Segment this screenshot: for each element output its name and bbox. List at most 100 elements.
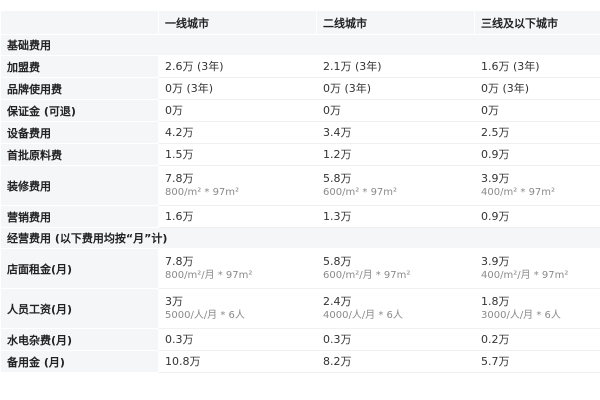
cell-tier2: 0.3万 — [316, 328, 475, 351]
cell-tier3: 0.9万 — [474, 205, 600, 228]
cell-formula: 400/m²/月 * 97m² — [481, 270, 569, 281]
cell-tier3: 5.7万 — [474, 350, 600, 373]
cell-amount: 7.8万 — [165, 172, 194, 185]
cell-tier3: 0万 (3年) — [474, 77, 600, 100]
cell-amount: 3.4万 — [323, 126, 352, 139]
cell-tier1: 7.8万 800/m² * 97m² — [158, 165, 317, 206]
cell-formula: 4000/人/月 * 6人 — [323, 310, 403, 321]
row-label: 人员工资(月) — [0, 288, 159, 329]
row-label: 品牌使用费 — [0, 77, 159, 100]
cell-tier2: 5.8万 600/m² * 97m² — [316, 165, 475, 206]
cell-tier1: 2.6万 (3年) — [158, 55, 317, 78]
cell-formula: 5000/人/月 * 6人 — [165, 310, 245, 321]
section-row: 基础费用 — [0, 34, 600, 56]
cell-amount: 1.6万 — [165, 210, 194, 223]
row-label: 保证金 (可退) — [0, 99, 159, 122]
row-label: 设备费用 — [0, 121, 159, 144]
header-tier1-city: 一线城市 — [158, 10, 317, 35]
row-label: 水电杂费(月) — [0, 328, 159, 351]
cell-amount: 3.9万 — [481, 255, 510, 268]
cell-amount: 1.5万 — [165, 148, 194, 161]
table-header: 一线城市 二线城市 三线及以下城市 — [0, 10, 600, 35]
cell-tier2: 2.1万 (3年) — [316, 55, 475, 78]
section-title: 基础费用 — [0, 34, 600, 56]
section-row: 经营费用 (以下费用均按“月”计) — [0, 227, 600, 249]
cell-amount: 0万 (3年) — [323, 82, 372, 95]
cell-formula: 400/m² * 97m² — [481, 187, 556, 198]
cell-amount: 1.6万 (3年) — [481, 60, 540, 73]
row-label: 营销费用 — [0, 205, 159, 228]
row-label: 店面租金(月) — [0, 248, 159, 289]
cell-amount: 0.3万 — [165, 333, 194, 346]
cell-tier2: 1.3万 — [316, 205, 475, 228]
header-tier3-city: 三线及以下城市 — [474, 10, 600, 35]
header-row: 一线城市 二线城市 三线及以下城市 — [0, 10, 600, 35]
cell-amount: 1.2万 — [323, 148, 352, 161]
cell-amount: 0.9万 — [481, 148, 510, 161]
cell-tier1: 10.8万 — [158, 350, 317, 373]
header-corner — [0, 10, 159, 35]
fee-table-container: 一线城市 二线城市 三线及以下城市 基础费用 加盟费 2.6万 (3年) 2.1万 (… — [0, 0, 600, 400]
cell-tier3: 1.8万 3000/人/月 * 6人 — [474, 288, 600, 329]
cell-amount: 1.3万 — [323, 210, 352, 223]
cell-tier1: 0万 (3年) — [158, 77, 317, 100]
cell-amount: 2.1万 (3年) — [323, 60, 382, 73]
cell-tier3: 1.6万 (3年) — [474, 55, 600, 78]
cell-tier1: 3万 5000/人/月 * 6人 — [158, 288, 317, 329]
cell-tier2: 5.8万 600/m²/月 * 97m² — [316, 248, 475, 289]
cell-tier3: 2.5万 — [474, 121, 600, 144]
table-row: 首批原料费 1.5万 1.2万 0.9万 — [0, 143, 600, 166]
cell-tier2: 0万 (3年) — [316, 77, 475, 100]
cell-amount: 0.3万 — [323, 333, 352, 346]
table-row: 店面租金(月) 7.8万 800/m²/月 * 97m² 5.8万 600/m²/月 *… — [0, 248, 600, 289]
header-tier2-city: 二线城市 — [316, 10, 475, 35]
cell-tier2: 1.2万 — [316, 143, 475, 166]
cell-tier2: 8.2万 — [316, 350, 475, 373]
row-label: 装修费用 — [0, 165, 159, 206]
cell-amount: 0万 (3年) — [165, 82, 214, 95]
cell-tier2: 0万 — [316, 99, 475, 122]
cell-amount: 2.4万 — [323, 295, 352, 308]
cell-formula: 800/m²/月 * 97m² — [165, 270, 253, 281]
cell-amount: 2.5万 — [481, 126, 510, 139]
cell-amount: 1.8万 — [481, 295, 510, 308]
row-label: 首批原料费 — [0, 143, 159, 166]
cell-formula: 800/m² * 97m² — [165, 187, 240, 198]
franchise-fee-table: 一线城市 二线城市 三线及以下城市 基础费用 加盟费 2.6万 (3年) 2.1万 (… — [0, 10, 600, 373]
cell-amount: 3.9万 — [481, 172, 510, 185]
table-row: 装修费用 7.8万 800/m² * 97m² 5.8万 600/m² * 97m² 3.… — [0, 165, 600, 206]
cell-tier2: 2.4万 4000/人/月 * 6人 — [316, 288, 475, 329]
cell-amount: 0.9万 — [481, 210, 510, 223]
cell-tier1: 1.6万 — [158, 205, 317, 228]
cell-amount: 8.2万 — [323, 355, 352, 368]
cell-tier3: 0万 — [474, 99, 600, 122]
table-row: 水电杂费(月) 0.3万 0.3万 0.2万 — [0, 328, 600, 351]
cell-amount: 5.8万 — [323, 172, 352, 185]
cell-amount: 0.2万 — [481, 333, 510, 346]
cell-amount: 3万 — [165, 295, 183, 308]
cell-amount: 5.7万 — [481, 355, 510, 368]
cell-amount: 0万 (3年) — [481, 82, 530, 95]
cell-formula: 600/m² * 97m² — [323, 187, 398, 198]
row-label: 备用金 (月) — [0, 350, 159, 373]
cell-tier1: 4.2万 — [158, 121, 317, 144]
table-row: 人员工资(月) 3万 5000/人/月 * 6人 2.4万 4000/人/月 * 6人 1… — [0, 288, 600, 329]
cell-tier3: 0.9万 — [474, 143, 600, 166]
cell-formula: 3000/人/月 * 6人 — [481, 310, 561, 321]
cell-tier1: 1.5万 — [158, 143, 317, 166]
cell-formula: 600/m²/月 * 97m² — [323, 270, 411, 281]
cell-tier2: 3.4万 — [316, 121, 475, 144]
cell-tier1: 7.8万 800/m²/月 * 97m² — [158, 248, 317, 289]
table-row: 设备费用 4.2万 3.4万 2.5万 — [0, 121, 600, 144]
cell-amount: 0万 — [165, 104, 183, 117]
cell-tier3: 3.9万 400/m² * 97m² — [474, 165, 600, 206]
table-body: 基础费用 加盟费 2.6万 (3年) 2.1万 (3年) 1.6万 (3年) 品牌使用费 0… — [0, 34, 600, 373]
table-row: 保证金 (可退) 0万 0万 0万 — [0, 99, 600, 122]
cell-amount: 4.2万 — [165, 126, 194, 139]
table-row: 品牌使用费 0万 (3年) 0万 (3年) 0万 (3年) — [0, 77, 600, 100]
cell-amount: 7.8万 — [165, 255, 194, 268]
cell-tier1: 0.3万 — [158, 328, 317, 351]
cell-tier1: 0万 — [158, 99, 317, 122]
cell-amount: 0万 — [323, 104, 341, 117]
table-row: 加盟费 2.6万 (3年) 2.1万 (3年) 1.6万 (3年) — [0, 55, 600, 78]
